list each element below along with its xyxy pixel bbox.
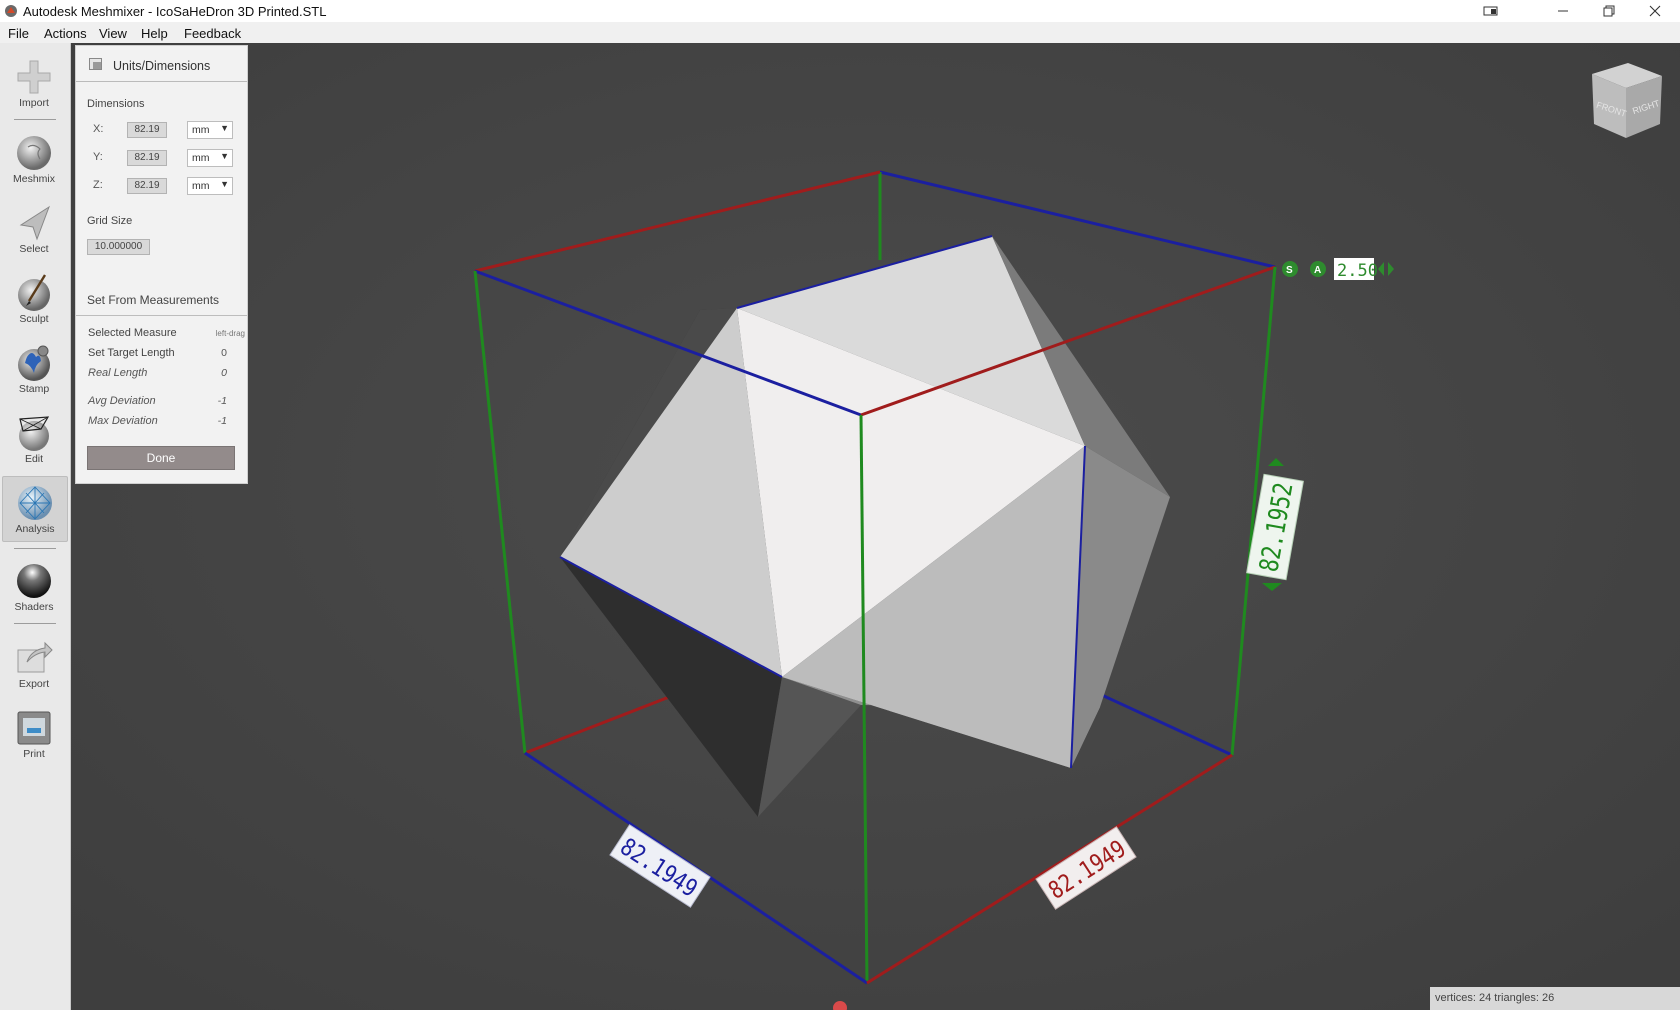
stamp-icon [18,345,50,381]
tool-meshmix[interactable]: Meshmix [2,127,66,191]
edit-icon [19,416,50,451]
menu-feedback[interactable]: Feedback [184,26,241,41]
angle-toggle-label: A [1314,265,1321,276]
max-deviation-label: Max Deviation [88,415,158,427]
real-length-label: Real Length [88,367,148,379]
sculpt-icon [18,274,50,311]
tool-stamp[interactable]: Stamp [2,337,66,401]
window-title: Autodesk Meshmixer - IcoSaHeDron 3D Prin… [23,4,327,19]
units-dimensions-panel: Units/Dimensions Dimensions X: 82.19 mm ▼… [75,45,248,484]
x-axis-label: X: [93,123,104,135]
tool-export[interactable]: Export [2,632,66,696]
avg-deviation-value: -1 [217,395,227,407]
tool-edit[interactable]: Edit [2,407,66,471]
export-icon [17,641,53,673]
meshmix-icon [17,136,51,170]
snap-value: 2.50 [1337,261,1378,281]
section-divider [76,315,247,316]
scale-toggle-label: S [1286,265,1293,276]
menu-bar: File Actions View Help Feedback [0,22,1680,44]
mesh-stats: vertices: 24 triangles: 26 [1435,992,1555,1004]
avg-deviation-label: Avg Deviation [88,395,156,407]
menu-view[interactable]: View [99,26,127,41]
shaders-icon [17,564,51,598]
minimize-button[interactable] [1540,0,1586,22]
set-target-length-label: Set Target Length [88,347,175,359]
panel-header: Units/Dimensions [76,46,247,82]
x-dimension-field[interactable]: 82.19 [127,122,167,138]
y-axis-label: Y: [93,151,103,163]
menu-file[interactable]: File [8,26,29,41]
set-from-measurements-label: Set From Measurements [87,293,220,307]
scene-canvas[interactable]: FRONT RIGHT S A 2.50 82.1949 82.1949 82.… [71,43,1680,1010]
z-unit-select[interactable]: mm ▼ [187,177,233,195]
set-target-length-field[interactable]: 0 [221,347,227,359]
window-mode-icon[interactable] [1468,0,1514,22]
real-length-value: 0 [221,367,227,379]
toolbar-separator [14,548,56,549]
grid-size-label: Grid Size [87,215,133,227]
done-button[interactable]: Done [87,446,235,470]
dropdown-arrow-icon: ▼ [220,151,229,161]
analysis-icon [18,486,52,520]
menu-help[interactable]: Help [141,26,168,41]
tool-sidebar: Import Meshmix Select Sculpt Stamp Edit … [0,43,71,1010]
import-icon [17,60,51,94]
tool-import[interactable]: Import [2,51,66,115]
z-axis-label: Z: [93,179,103,191]
y-unit-select[interactable]: mm ▼ [187,149,233,167]
close-button[interactable] [1632,0,1678,22]
max-deviation-value: -1 [217,415,227,427]
toolbar-separator [14,119,56,120]
title-bar: Autodesk Meshmixer - IcoSaHeDron 3D Prin… [0,0,1680,22]
3d-viewport[interactable]: FRONT RIGHT S A 2.50 82.1949 82.1949 82.… [71,43,1680,1010]
tool-analysis[interactable]: Analysis [2,476,68,542]
x-unit-select[interactable]: mm ▼ [187,121,233,139]
status-bar: vertices: 24 triangles: 26 [1430,987,1680,1010]
grid-size-field[interactable]: 10.000000 [87,239,150,255]
meshmixer-logo-icon [5,5,17,17]
tool-shaders[interactable]: Shaders [2,555,66,619]
z-dimension-field[interactable]: 82.19 [127,178,167,194]
selected-measure-hint: left-drag [215,329,245,338]
restore-button[interactable] [1586,0,1632,22]
toolbar-separator [14,623,56,624]
tool-select[interactable]: Select [2,197,66,261]
dropdown-arrow-icon: ▼ [220,123,229,133]
tool-sculpt[interactable]: Sculpt [2,267,66,331]
print-icon [17,711,51,745]
dimensions-label: Dimensions [87,98,145,110]
menu-actions[interactable]: Actions [44,26,87,41]
panel-title: Units/Dimensions [113,59,211,73]
view-cube[interactable]: FRONT RIGHT [1592,63,1662,138]
select-icon [19,205,50,241]
selected-measure-label: Selected Measure [88,327,177,339]
y-dimension-field[interactable]: 82.19 [127,150,167,166]
panel-window-icon [89,58,102,70]
dropdown-arrow-icon: ▼ [220,179,229,189]
tool-print[interactable]: Print [2,702,66,766]
